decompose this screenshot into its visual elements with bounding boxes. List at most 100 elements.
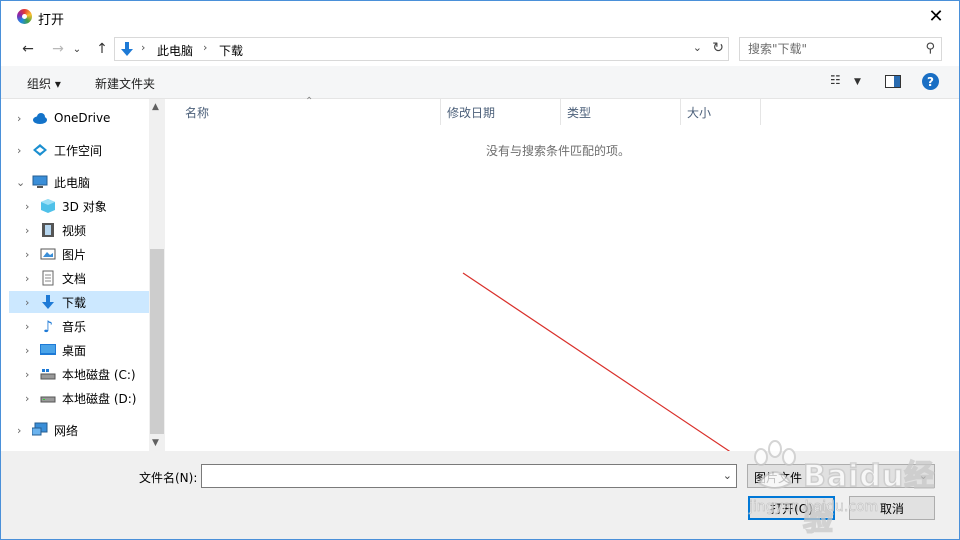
nav-item-label: 图片 [62,247,87,262]
nav-item-drive-d[interactable]: › 本地磁盘 (D:) [9,387,149,409]
nav-item-label: 网络 [54,423,79,438]
computer-icon [32,175,48,188]
empty-message: 没有与搜索条件匹配的项。 [485,144,630,158]
nav-item-3d-objects[interactable]: › 3D 对象 [9,195,149,217]
breadcrumb-downloads[interactable]: 下载 [219,42,243,59]
preview-pane-icon[interactable] [885,75,901,88]
drive-icon [40,396,56,403]
column-header-date-modified[interactable]: 修改日期 [441,99,561,125]
search-icon[interactable]: ⚲ [925,41,935,56]
filename-combobox[interactable]: ⌄ [201,464,737,488]
download-icon [121,42,133,56]
scrollbar-thumb[interactable] [150,249,164,434]
chevron-right-icon[interactable]: › [17,144,21,157]
chevron-right-icon[interactable]: › [25,200,29,213]
navigation-pane: › OneDrive › 工作空间 ⌄ 此电脑 › 3D 对象 › 视频 › 图… [9,99,149,451]
chevron-down-icon[interactable]: ⌄ [723,469,732,482]
nav-item-label: 下载 [62,295,87,310]
filename-label: 文件名(N): [139,471,198,485]
nav-item-label: 本地磁盘 (D:) [62,391,137,406]
nav-item-downloads[interactable]: › 下载 [9,291,149,313]
nav-item-workspace[interactable]: › 工作空间 [9,139,149,161]
close-icon: ✕ [928,6,944,27]
new-folder-button[interactable]: 新建文件夹 [95,75,155,92]
chevron-down-icon[interactable]: ▼ [854,77,861,87]
nav-item-drive-c[interactable]: › 本地磁盘 (C:) [9,363,149,385]
nav-item-onedrive[interactable]: › OneDrive [9,107,149,129]
column-header-type[interactable]: 类型 [561,99,681,125]
nav-item-network[interactable]: › 网络 [9,419,149,441]
chevron-down-icon[interactable]: ⌄ [16,176,25,189]
open-button[interactable]: 打开(O) [748,496,835,520]
chevron-right-icon[interactable]: › [25,368,29,381]
cancel-button[interactable]: 取消 [849,496,935,520]
chevron-right-icon[interactable]: › [17,112,21,125]
scroll-down-icon[interactable]: ▼ [152,438,159,448]
workspace-icon [33,144,47,156]
nav-item-label: 此电脑 [54,175,91,190]
search-box[interactable]: ⚲ [739,37,942,61]
cube-icon [41,199,55,213]
nav-item-music[interactable]: › ♪ 音乐 [9,315,149,337]
arrow-up-icon: ↑ [96,41,108,57]
open-file-dialog: 打开 ✕ ← → ⌄ ↑ › 此电脑 › 下载 ⌄ ↻ ⚲ 组织 ▾ 新建文件夹… [0,0,960,540]
back-button[interactable]: ← [17,38,39,60]
file-list: ⌃ 名称 修改日期 类型 大小 没有与搜索条件匹配的项。 [165,96,951,451]
nav-item-label: 工作空间 [54,143,103,158]
search-input[interactable] [748,41,918,57]
nav-item-label: 3D 对象 [62,199,107,214]
breadcrumb-separator: › [141,41,146,54]
organize-button[interactable]: 组织 ▾ [27,75,61,92]
app-icon [17,9,32,24]
nav-item-videos[interactable]: › 视频 [9,219,149,241]
chevron-right-icon[interactable]: › [25,344,29,357]
nav-item-this-pc[interactable]: ⌄ 此电脑 [9,171,149,193]
address-bar[interactable]: › 此电脑 › 下载 ⌄ ↻ [114,37,729,61]
address-row: ← → ⌄ ↑ › 此电脑 › 下载 ⌄ ↻ ⚲ [1,32,959,66]
recent-locations-button[interactable]: ⌄ [70,38,84,60]
nav-item-desktop[interactable]: › 桌面 [9,339,149,361]
nav-item-pictures[interactable]: › 图片 [9,243,149,265]
view-options-icon[interactable]: ☷ [830,73,841,87]
scroll-up-icon[interactable]: ▲ [152,102,159,112]
chevron-right-icon[interactable]: › [25,392,29,405]
chevron-right-icon[interactable]: › [25,296,29,309]
nav-item-documents[interactable]: › 文档 [9,267,149,289]
nav-item-label: OneDrive [54,111,111,125]
command-bar: 组织 ▾ 新建文件夹 ☷ ▼ ? [1,66,959,99]
arrow-right-icon: → [52,41,64,57]
nav-item-label: 音乐 [62,319,87,334]
chevron-down-icon: ⌄ [918,469,928,482]
nav-item-label: 视频 [62,223,87,238]
up-button[interactable]: ↑ [91,38,113,60]
desktop-icon [40,344,56,355]
bottom-panel: 文件名(N): ⌄ 图片文件 ⌄ 打开(O) 取消 [1,451,959,539]
chevron-right-icon[interactable]: › [25,224,29,237]
close-button[interactable]: ✕ [913,1,959,32]
nav-item-label: 桌面 [62,343,87,358]
help-icon[interactable]: ? [922,73,939,90]
chevron-right-icon[interactable]: › [25,248,29,261]
network-icon [32,422,48,436]
file-type-value: 图片文件 [754,471,803,485]
refresh-icon[interactable]: ↻ [712,40,724,56]
file-type-select[interactable]: 图片文件 ⌄ [747,464,935,488]
arrow-left-icon: ← [22,41,34,57]
picture-icon [40,248,56,260]
filename-input[interactable] [206,466,716,486]
document-icon [42,270,54,286]
column-header-name[interactable]: 名称 [179,99,441,125]
chevron-right-icon[interactable]: › [17,424,21,437]
column-header-size[interactable]: 大小 [681,99,761,125]
chevron-down-icon[interactable]: ⌄ [693,41,702,54]
chevron-right-icon[interactable]: › [25,320,29,333]
nav-item-label: 文档 [62,271,87,286]
forward-button[interactable]: → [47,38,69,60]
music-icon: ♪ [42,316,54,336]
breadcrumb-this-pc[interactable]: 此电脑 [157,42,193,59]
chevron-down-icon: ⌄ [72,43,82,55]
download-icon [42,295,54,309]
nav-scrollbar[interactable]: ▲ ▼ [149,99,165,451]
chevron-right-icon[interactable]: › [25,272,29,285]
film-icon [42,223,54,237]
